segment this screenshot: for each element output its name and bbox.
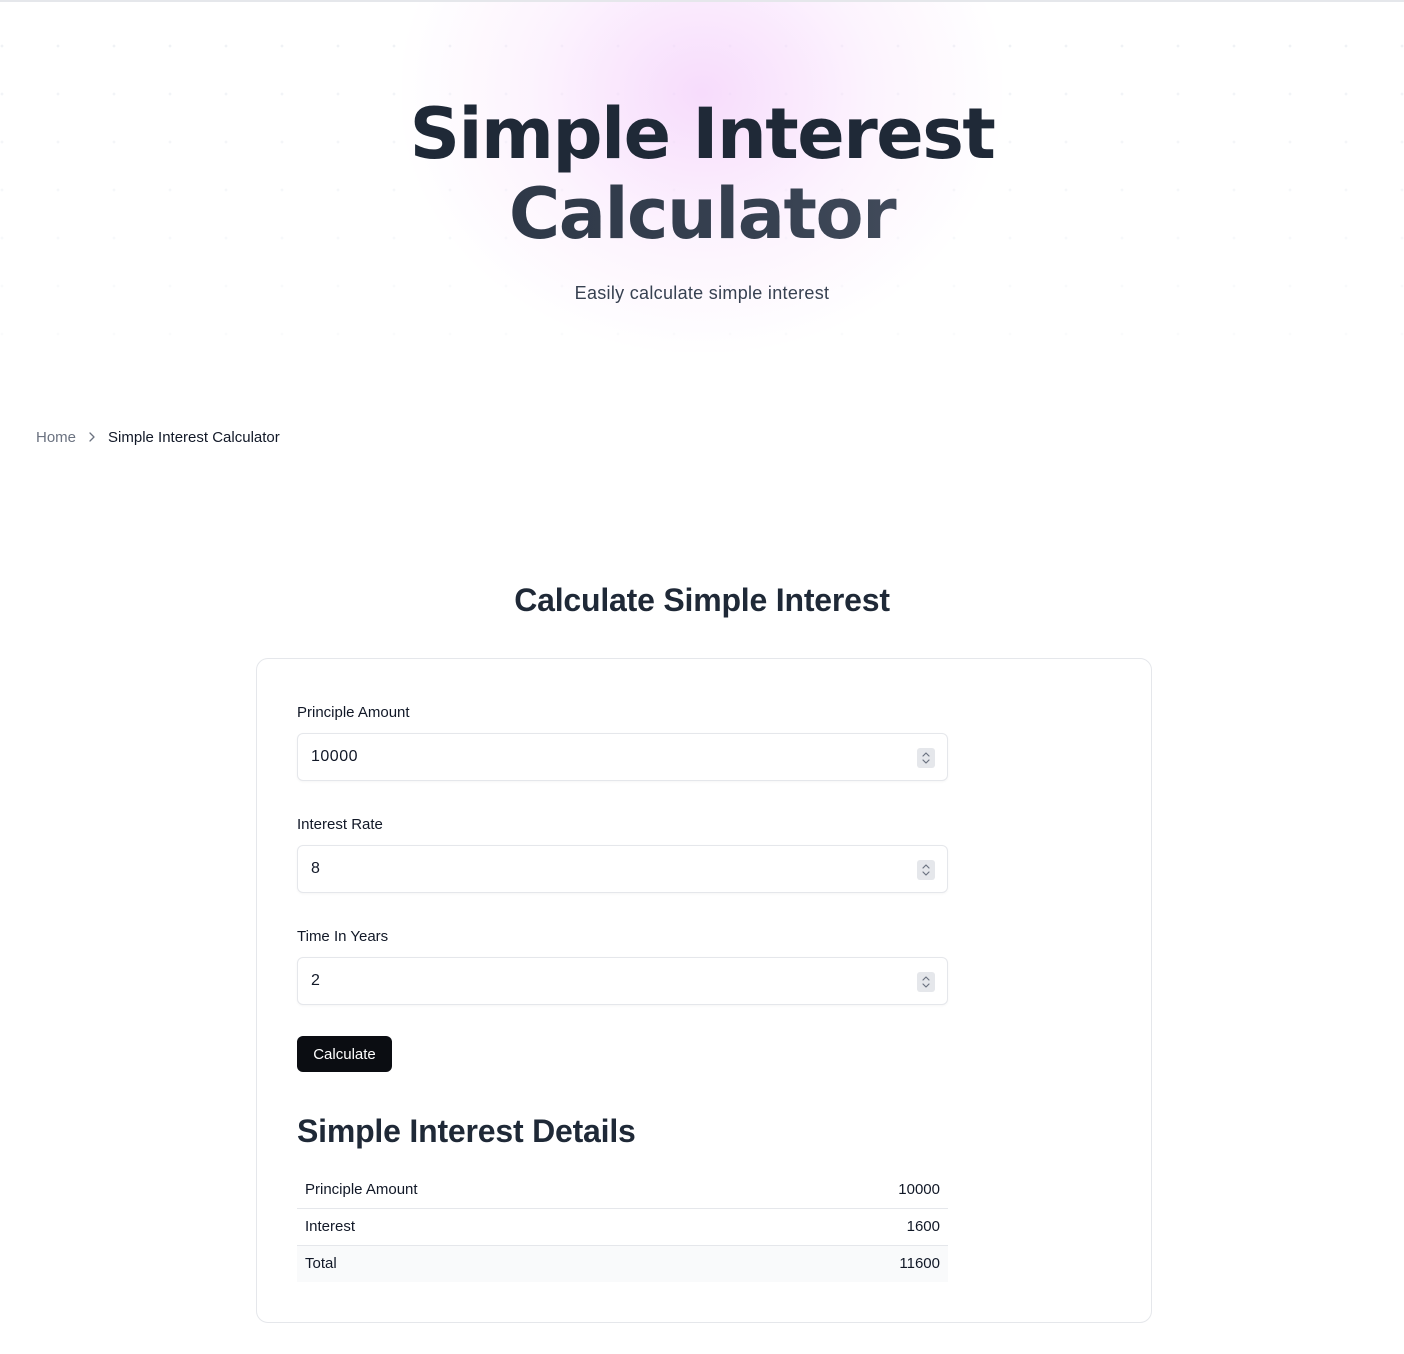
interest-rate-input[interactable] [298,846,947,892]
calculator-card: Principle Amount Interest Rate Time In Y… [256,658,1152,1323]
hero-section: Simple Interest Calculator Easily calcul… [0,2,1404,362]
time-in-years-label: Time In Years [297,928,389,945]
chevron-up-down-icon[interactable] [917,972,935,992]
calculator-section-title: Calculate Simple Interest [514,582,890,618]
details-title: Simple Interest Details [297,1113,636,1149]
breadcrumb-home-link[interactable]: Home [36,429,76,446]
row-value: 1600 [746,1207,948,1245]
row-label: Total [297,1244,747,1282]
page-title-line-2: Calculator [0,174,1404,254]
row-label: Interest [297,1207,747,1245]
chevron-up-down-icon[interactable] [917,860,935,880]
table-row: Interest 1600 [297,1207,948,1245]
chevron-up-down-icon[interactable] [917,748,935,768]
principle-amount-input[interactable] [298,734,947,780]
principle-amount-label: Principle Amount [297,704,410,721]
time-in-years-field [297,957,948,1005]
interest-rate-label: Interest Rate [297,816,383,833]
breadcrumb: Home Simple Interest Calculator [36,427,280,447]
table-row-total: Total 11600 [297,1244,948,1282]
page-title-line-1: Simple Interest [409,93,996,175]
interest-rate-field [297,845,948,893]
page-subtitle: Easily calculate simple interest [574,283,830,303]
calculate-button[interactable]: Calculate [297,1036,392,1072]
chevron-right-icon [84,429,100,445]
time-in-years-input[interactable] [298,958,947,1004]
row-label: Principle Amount [305,1180,418,1198]
row-value: 10000 [898,1180,940,1198]
principle-amount-field [297,733,948,781]
details-table: Principle Amount 10000 Interest 1600 Tot… [297,1171,948,1282]
page-title: Simple Interest Calculator [0,94,1404,254]
table-row: Principle Amount 10000 [297,1171,948,1208]
row-value: 11600 [746,1244,948,1282]
breadcrumb-current: Simple Interest Calculator [108,428,280,446]
